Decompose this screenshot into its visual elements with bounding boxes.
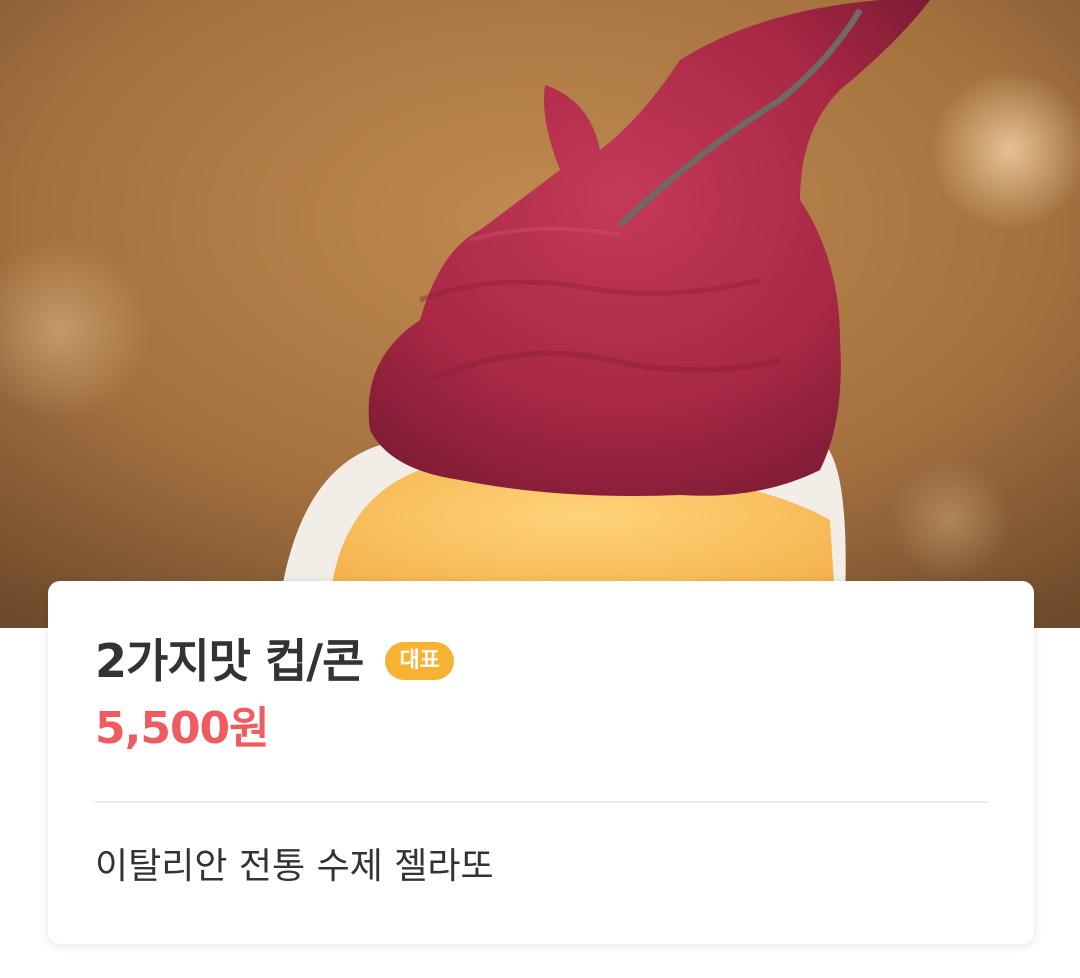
product-price: 5,500원	[95, 703, 270, 754]
product-name: 2가지맛 컵/콘	[95, 634, 364, 688]
product-info-card: 2가지맛 컵/콘 대표 5,500원 이탈리안 전통 수제 젤라또	[48, 581, 1034, 944]
divider	[95, 801, 988, 803]
menu-detail-screen: 2가지맛 컵/콘 대표 5,500원 이탈리안 전통 수제 젤라또	[0, 0, 1080, 978]
product-description: 이탈리안 전통 수제 젤라또	[95, 846, 494, 887]
product-photo	[0, 0, 1080, 628]
product-title-row: 2가지맛 컵/콘 대표	[95, 633, 454, 689]
representative-badge: 대표	[385, 642, 454, 680]
